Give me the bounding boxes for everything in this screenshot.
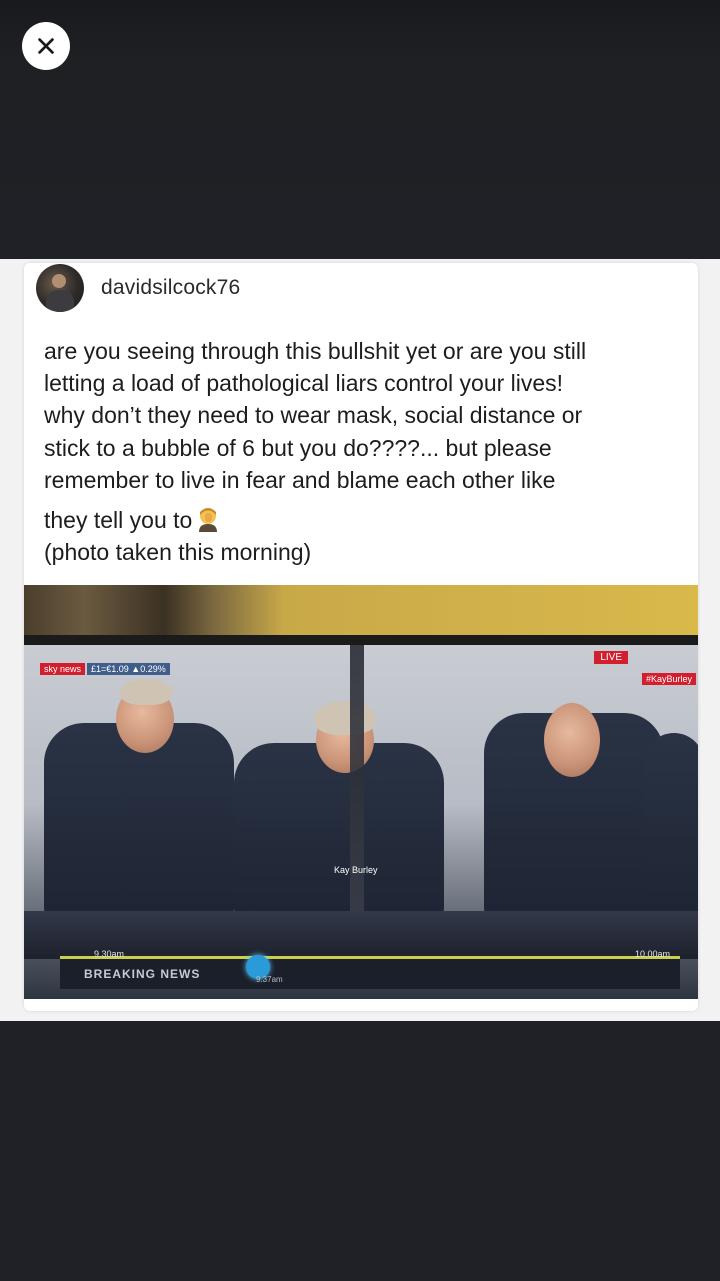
man-facepalming-emoji-icon [199, 508, 218, 533]
post-caption: are you seeing through this bullshit yet… [44, 335, 684, 568]
hashtag-badge: #KayBurley [641, 673, 696, 685]
username: davidsilcock76 [101, 276, 241, 299]
caption-line-text: they tell you to [44, 507, 193, 534]
caption-line: letting a load of pathological liars con… [44, 370, 564, 397]
image-viewer: davidsilcock76 are you seeing through th… [0, 0, 720, 1281]
avatar [36, 264, 84, 312]
caption-line: remember to live in fear and blame each … [44, 466, 556, 493]
caption-line: are you seeing through this bullshit yet… [44, 338, 587, 364]
live-badge: LIVE [594, 651, 628, 664]
tv-photo: sky news £1=€1.09 ▲0.29% LIVE #KayBurley… [24, 585, 698, 999]
post-card: davidsilcock76 are you seeing through th… [24, 263, 698, 1011]
close-button[interactable] [22, 22, 70, 70]
desk [24, 911, 698, 959]
time-start: 9.30am [94, 949, 125, 959]
time-current: 9.37am [256, 975, 283, 984]
person-figure [644, 733, 698, 913]
tv-ticker: sky news £1=€1.09 ▲0.29% [40, 663, 170, 675]
person-hair [314, 701, 376, 735]
currency-ticker: £1=€1.09 ▲0.29% [87, 663, 170, 675]
channel-logo: sky news [40, 663, 86, 675]
breaking-news-label: BREAKING NEWS [84, 967, 201, 981]
caption-line: stick to a bubble of 6 but you do????...… [44, 434, 552, 461]
breaking-news-bar: 9.30am BREAKING NEWS 9.37am 10.00am [60, 949, 680, 989]
post-header: davidsilcock76 [36, 263, 240, 313]
tv-screen: sky news £1=€1.09 ▲0.29% LIVE #KayBurley… [24, 645, 698, 999]
person-hair [120, 679, 172, 705]
caption-line: (photo taken this morning) [44, 539, 312, 566]
close-icon [38, 38, 54, 54]
person-head [544, 703, 600, 777]
caption-line: why don’t they need to wear mask, social… [44, 402, 583, 429]
presenter-caption: Kay Burley [334, 865, 378, 875]
time-end: 10.00am [634, 949, 670, 959]
photo: davidsilcock76 are you seeing through th… [0, 259, 720, 1021]
caption-emoji-line: they tell you to [44, 504, 684, 536]
